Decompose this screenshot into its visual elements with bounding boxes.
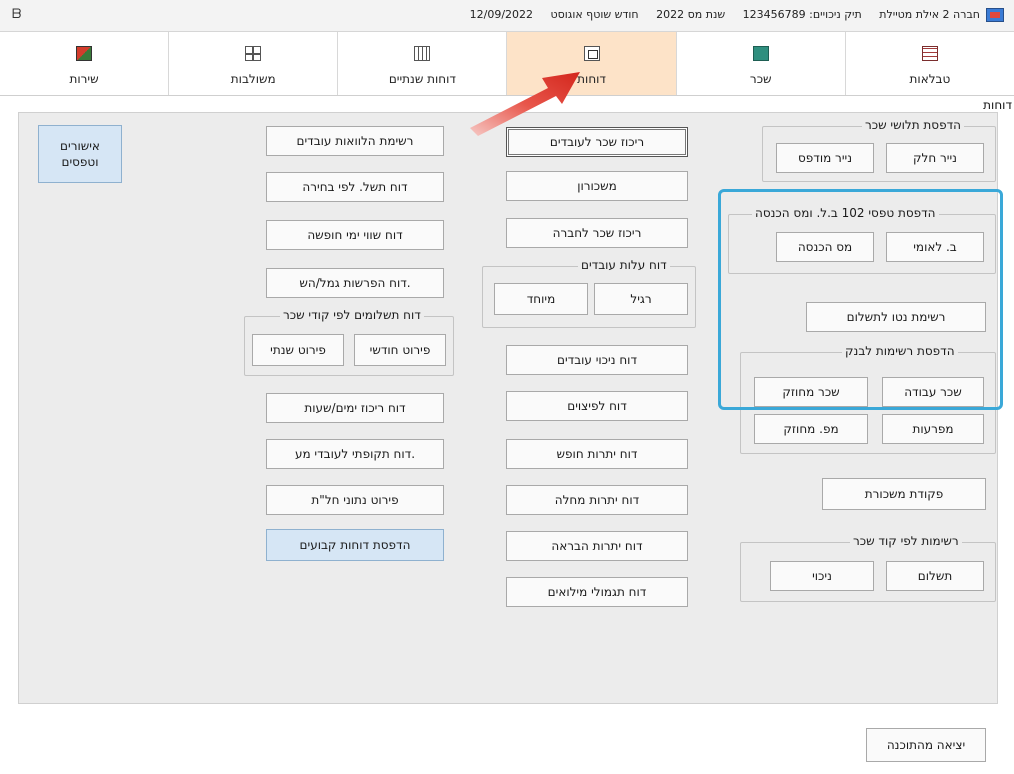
salary-order-button[interactable]: פקודת משכורת [822,478,986,510]
title-tax-year: שנת מס 2022 [656,8,726,21]
exit-program-button[interactable]: יציאה מהתוכנה [866,728,986,762]
combined-icon [245,46,262,61]
title-info: חברה 2 אילת מטיילת תיק ניכויים: 12345678… [456,8,980,21]
approvals-forms-button[interactable]: אישורים וטפסים [38,125,122,183]
company-salary-summary-button[interactable]: ריכוז שכר לחברה [506,218,688,248]
service-icon [76,46,93,61]
yearly-detail-button[interactable]: פירוט שנתי [252,334,344,366]
printed-paper-button[interactable]: נייר מודפס [776,143,874,173]
reports-icon [583,46,600,61]
vacation-balance-report-button[interactable]: דוח יתרות חופש [506,439,688,469]
plain-paper-button[interactable]: נייר חלק [886,143,984,173]
title-month: חודש שוטף אוגוסט [550,8,639,21]
severance-report-button[interactable]: דוח לפיצוים [506,391,688,421]
pension-provisions-report-button[interactable]: דוח הפרשות גמל/הש. [266,268,444,298]
reserve-duty-report-button[interactable]: דוח תגמולי מילואים [506,577,688,607]
employee-cost-title: דוח עלות עובדים [578,258,670,272]
tab-label: שירות [69,72,99,86]
title-bar: חברה 2 אילת מטיילת תיק ניכויים: 12345678… [0,0,1014,32]
print-fixed-reports-button[interactable]: הדפסת דוחות קבועים [266,529,444,561]
tab-payroll[interactable]: שכר [675,32,845,95]
section-title: דוחות [983,98,1012,112]
periodic-report-button[interactable]: דוח תקופתי לעובדי מע. [266,439,444,469]
tab-combined[interactable]: משולבות [168,32,337,95]
payslip-print-title: הדפסת תלושי שכר [862,118,964,132]
highlight-frame [718,189,1003,410]
reinforced-pension-button[interactable]: מפ. מחוזק [754,414,868,444]
recuperation-balance-report-button[interactable]: דוח יתרות הבראה [506,531,688,561]
regular-cost-button[interactable]: רגיל [594,283,688,315]
system-menu-icon[interactable]: ᗷ [12,7,21,22]
title-date: 12/09/2022 [469,8,534,21]
pointer-arrow-icon [470,72,580,136]
employee-deductions-report-button[interactable]: דוח ניכוי עובדים [506,345,688,375]
payments-by-code-title: דוח תשלומים לפי קודי שכר [280,308,424,322]
vacation-value-report-button[interactable]: דוח שווי ימי חופשה [266,220,444,250]
tab-label: שכר [749,72,772,86]
monthly-detail-button[interactable]: פירוט חודשי [354,334,446,366]
tab-tables[interactable]: טבלאות [844,32,1014,95]
tab-label: טבלאות [909,72,951,86]
title-company: חברה 2 אילת מטיילת [879,8,980,21]
tab-service[interactable]: שירות [0,32,168,95]
special-cost-button[interactable]: מיוחד [494,283,588,315]
app-icon[interactable] [986,8,1004,22]
annual-reports-icon [414,46,431,61]
lists-by-code-title: רשימות לפי קוד שכר [850,534,962,548]
title-file: תיק ניכויים: 123456789 [742,8,862,21]
table-icon [921,46,938,61]
payslip-button[interactable]: משכורון [506,171,688,201]
deduction-code-button[interactable]: ניכוי [770,561,874,591]
sick-balance-report-button[interactable]: דוח יתרות מחלה [506,485,688,515]
payments-by-choice-button[interactable]: דוח תשל. לפי בחירה [266,172,444,202]
installments-button[interactable]: מפרעות [882,414,984,444]
unpaid-leave-details-button[interactable]: פירוט נתוני חל"ת [266,485,444,515]
payment-code-button[interactable]: תשלום [886,561,984,591]
tab-label: משולבות [230,72,276,86]
employee-loans-list-button[interactable]: רשימת הלוואות עובדים [266,126,444,156]
days-hours-summary-button[interactable]: דוח ריכוז ימים/שעות [266,393,444,423]
payroll-icon [752,46,769,61]
